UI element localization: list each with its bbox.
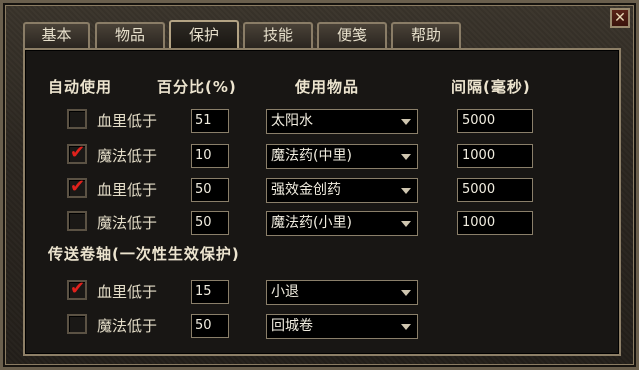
header-auto-use: 自动使用 [48, 78, 113, 96]
tab-basic[interactable]: 基本 [23, 22, 90, 48]
chevron-down-icon [401, 119, 411, 125]
scroll-row-1-item-select[interactable]: 小退 [266, 280, 418, 305]
header-item: 使用物品 [295, 78, 360, 96]
scroll-row-2-item-select[interactable]: 回城卷 [266, 314, 418, 339]
close-button[interactable]: ✕ [610, 8, 630, 28]
auto-row-1-item-value: 太阳水 [271, 113, 313, 129]
chevron-down-icon [401, 154, 411, 160]
tab-items[interactable]: 物品 [95, 22, 165, 48]
auto-row-3-interval-input[interactable]: 5000 [457, 178, 533, 202]
checkmark-icon: ✔ [70, 278, 86, 299]
auto-row-4-item-select[interactable]: 魔法药(小里) [266, 211, 418, 236]
auto-row-2-checkbox[interactable]: ✔ [67, 142, 87, 164]
auto-row-3-checkbox[interactable]: ✔ [67, 176, 87, 198]
auto-row-4-checkbox[interactable] [67, 211, 87, 231]
protection-panel: 自动使用 百分比(%) 使用物品 间隔(毫秒) 血里低于 51 太阳水 5000… [23, 48, 621, 356]
auto-row-1-percent-input[interactable]: 51 [191, 109, 229, 133]
tab-protection[interactable]: 保护 [169, 20, 239, 48]
chevron-down-icon [401, 324, 411, 330]
scroll-row-2-checkbox[interactable] [67, 314, 87, 334]
checkmark-icon: ✔ [70, 142, 86, 163]
auto-row-1-checkbox[interactable] [67, 109, 87, 129]
scroll-row-2-percent-input[interactable]: 50 [191, 314, 229, 338]
header-interval: 间隔(毫秒) [451, 78, 531, 96]
auto-row-4-item-value: 魔法药(小里) [271, 215, 352, 231]
auto-row-4-interval-input[interactable]: 1000 [457, 211, 533, 235]
auto-row-3-item-select[interactable]: 强效金创药 [266, 178, 418, 203]
chevron-down-icon [401, 221, 411, 227]
auto-row-4-percent-input[interactable]: 50 [191, 211, 229, 235]
auto-row-2-label: 魔法低于 [97, 147, 158, 165]
auto-row-1-item-select[interactable]: 太阳水 [266, 109, 418, 134]
tab-notes[interactable]: 便笺 [317, 22, 387, 48]
scroll-row-1-percent-input[interactable]: 15 [191, 280, 229, 304]
auto-row-2-interval-input[interactable]: 1000 [457, 144, 533, 168]
protection-settings-window: ✕ 基本 物品 保护 技能 便笺 帮助 自动使用 百分比(%) 使用物品 间隔(… [0, 0, 639, 370]
auto-row-1-interval-input[interactable]: 5000 [457, 109, 533, 133]
tab-skills[interactable]: 技能 [243, 22, 313, 48]
scroll-row-1-label: 血里低于 [97, 283, 158, 301]
tab-help[interactable]: 帮助 [391, 22, 461, 48]
scroll-row-1-checkbox[interactable]: ✔ [67, 278, 87, 300]
auto-row-3-percent-input[interactable]: 50 [191, 178, 229, 202]
scroll-row-2-label: 魔法低于 [97, 317, 158, 335]
chevron-down-icon [401, 188, 411, 194]
header-teleport-scroll: 传送卷轴(一次性生效保护) [48, 245, 240, 263]
scroll-row-1-item-value: 小退 [271, 284, 299, 300]
auto-row-2-item-value: 魔法药(中里) [271, 148, 352, 164]
auto-row-2-percent-input[interactable]: 10 [191, 144, 229, 168]
auto-row-3-label: 血里低于 [97, 181, 158, 199]
auto-row-3-item-value: 强效金创药 [271, 182, 341, 198]
auto-row-1-label: 血里低于 [97, 112, 158, 130]
auto-row-4-label: 魔法低于 [97, 214, 158, 232]
chevron-down-icon [401, 290, 411, 296]
scroll-row-2-item-value: 回城卷 [271, 318, 313, 334]
close-icon: ✕ [614, 10, 626, 26]
auto-row-2-item-select[interactable]: 魔法药(中里) [266, 144, 418, 169]
checkmark-icon: ✔ [70, 176, 86, 197]
header-percent: 百分比(%) [157, 78, 237, 96]
